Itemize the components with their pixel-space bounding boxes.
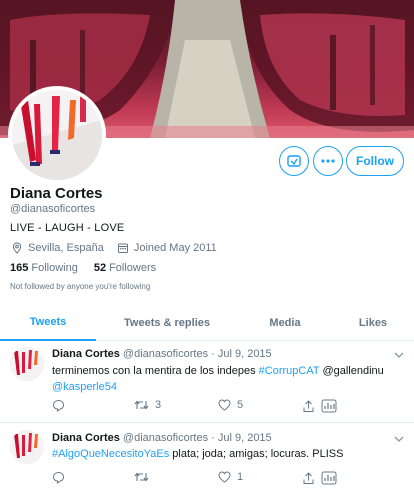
like-count: 5 xyxy=(237,399,244,411)
retweet-count: 3 xyxy=(155,399,162,411)
share-icon xyxy=(303,471,314,484)
following-link[interactable]: 165 Following xyxy=(10,262,78,274)
more-options-button[interactable] xyxy=(313,146,343,176)
tweet-meta: @dianasoficortes · Jul 9, 2015 xyxy=(122,348,272,360)
tweet-text: terminemos con la mentira de los indepes… xyxy=(52,363,402,395)
followers-link[interactable]: 52 Followers xyxy=(94,262,156,274)
tweet-hashtag[interactable]: #CorrupCAT xyxy=(259,365,320,377)
not-followed-notice: Not followed by anyone you're following xyxy=(10,282,151,291)
profile-location: Sevilla, España xyxy=(28,242,104,254)
tweet-text-part: plata; joda; amigas; locuras. PLISS xyxy=(169,448,344,460)
tweet-item[interactable]: Diana Cortes @dianasoficortes · Jul 9, 2… xyxy=(0,341,414,423)
notifications-button[interactable] xyxy=(279,146,309,176)
tweet-author-name[interactable]: Diana Cortes xyxy=(52,432,120,444)
tab-media[interactable]: Media xyxy=(238,305,332,341)
tweet-text: #AlgoQueNecesitoYaEs plata; joda; amigas… xyxy=(52,446,402,462)
profile-counts: 165 Following 52 Followers xyxy=(10,262,156,274)
profile-avatar[interactable] xyxy=(8,86,106,184)
location-icon xyxy=(10,241,24,255)
tweet-header: Diana Cortes @dianasoficortes · Jul 9, 2… xyxy=(52,432,272,444)
following-count: 165 xyxy=(10,262,29,274)
profile-bio: LIVE - LAUGH - LOVE xyxy=(10,222,125,234)
like-button[interactable]: 5 xyxy=(218,399,243,411)
profile-name: Diana Cortes xyxy=(10,185,103,202)
notification-bell-icon xyxy=(287,155,301,167)
like-button[interactable]: 1 xyxy=(218,471,243,483)
tab-tweets[interactable]: Tweets xyxy=(0,305,96,341)
avatar-image xyxy=(12,90,102,180)
retweet-button[interactable] xyxy=(134,471,149,483)
tweet-hashtag[interactable]: #AlgoQueNecesitoYaEs xyxy=(52,448,169,460)
profile-meta: Sevilla, España Joined May 2011 xyxy=(10,241,217,255)
heart-icon xyxy=(218,399,231,411)
retweet-icon xyxy=(134,472,149,482)
tweet-activity-icon xyxy=(321,471,337,485)
like-count: 1 xyxy=(237,471,244,483)
tweet-activity-icon xyxy=(321,399,337,413)
tweet-header: Diana Cortes @dianasoficortes · Jul 9, 2… xyxy=(52,348,272,360)
reply-button[interactable] xyxy=(52,399,65,412)
reply-icon xyxy=(52,399,65,412)
retweet-icon xyxy=(134,400,149,410)
reply-button[interactable] xyxy=(52,471,65,484)
calendar-icon xyxy=(116,241,130,255)
tweet-meta: @dianasoficortes · Jul 9, 2015 xyxy=(122,432,272,444)
share-button[interactable] xyxy=(302,471,337,485)
tab-likes[interactable]: Likes xyxy=(332,305,414,341)
tweet-actions: 1 xyxy=(52,471,352,487)
share-icon xyxy=(303,399,314,412)
profile-tabs: Tweets Tweets & replies Media Likes xyxy=(0,305,414,341)
tweet-avatar[interactable] xyxy=(10,430,44,464)
reply-icon xyxy=(52,471,65,484)
tweet-avatar[interactable] xyxy=(10,347,44,381)
tweet-actions: 3 5 xyxy=(52,399,352,415)
retweet-button[interactable]: 3 xyxy=(134,399,161,411)
followers-count: 52 xyxy=(93,262,107,274)
tweet-text-part: terminemos con la mentira de los indepes xyxy=(52,365,259,377)
heart-icon xyxy=(218,471,231,483)
more-dots-icon xyxy=(321,159,335,163)
chevron-down-icon[interactable] xyxy=(393,434,405,444)
chevron-down-icon[interactable] xyxy=(393,350,405,360)
following-label: Following xyxy=(31,262,78,274)
share-button[interactable] xyxy=(302,399,337,413)
tab-tweets-replies[interactable]: Tweets & replies xyxy=(96,305,238,341)
tweet-mention[interactable]: @kasperle54 xyxy=(52,381,117,393)
tweet-text-part: @gallendinu xyxy=(319,365,384,377)
tweet-item[interactable]: Diana Cortes @dianasoficortes · Jul 9, 2… xyxy=(0,423,414,493)
tweet-author-name[interactable]: Diana Cortes xyxy=(52,348,120,360)
followers-label: Followers xyxy=(109,262,157,274)
profile-joined: Joined May 2011 xyxy=(133,242,217,254)
follow-button[interactable]: Follow xyxy=(346,146,404,176)
profile-handle: @dianasoficortes xyxy=(10,203,96,215)
